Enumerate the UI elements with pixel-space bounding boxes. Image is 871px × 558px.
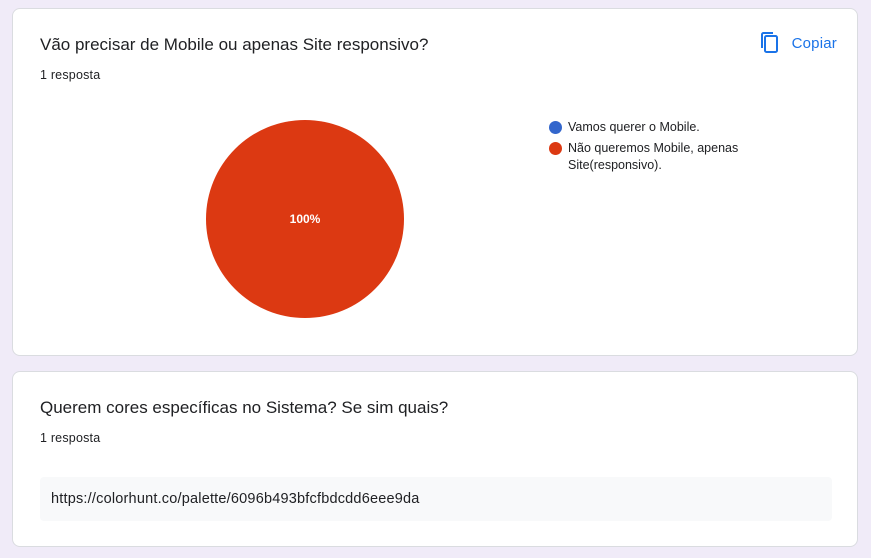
pie-data-label: 100%: [290, 212, 321, 226]
question-card-colors: Querem cores específicas no Sistema? Se …: [12, 371, 858, 547]
legend-swatch: [549, 121, 562, 134]
legend-label: Vamos querer o Mobile.: [568, 120, 700, 134]
legend-label: Não queremos Mobile, apenas Site(respons…: [568, 141, 739, 172]
question-title: Vão precisar de Mobile ou apenas Site re…: [40, 35, 429, 54]
copy-icon: [758, 31, 782, 55]
response-count: 1 resposta: [40, 68, 101, 82]
question-card-mobile: Vão precisar de Mobile ou apenas Site re…: [12, 8, 858, 356]
legend-swatch: [549, 142, 562, 155]
legend-item-1: Não queremos Mobile, apenas Site(respons…: [549, 140, 789, 174]
pie-chart: 100%: [205, 119, 405, 319]
question-title: Querem cores específicas no Sistema? Se …: [40, 398, 449, 417]
chart-legend: Vamos querer o Mobile. Não queremos Mobil…: [549, 119, 789, 178]
copy-button-label: Copiar: [791, 34, 837, 52]
response-count: 1 resposta: [40, 431, 101, 445]
legend-item-0: Vamos querer o Mobile.: [549, 119, 789, 136]
copy-button[interactable]: Copiar: [758, 29, 837, 57]
answer-item: https://colorhunt.co/palette/6096b493bfc…: [40, 477, 832, 521]
